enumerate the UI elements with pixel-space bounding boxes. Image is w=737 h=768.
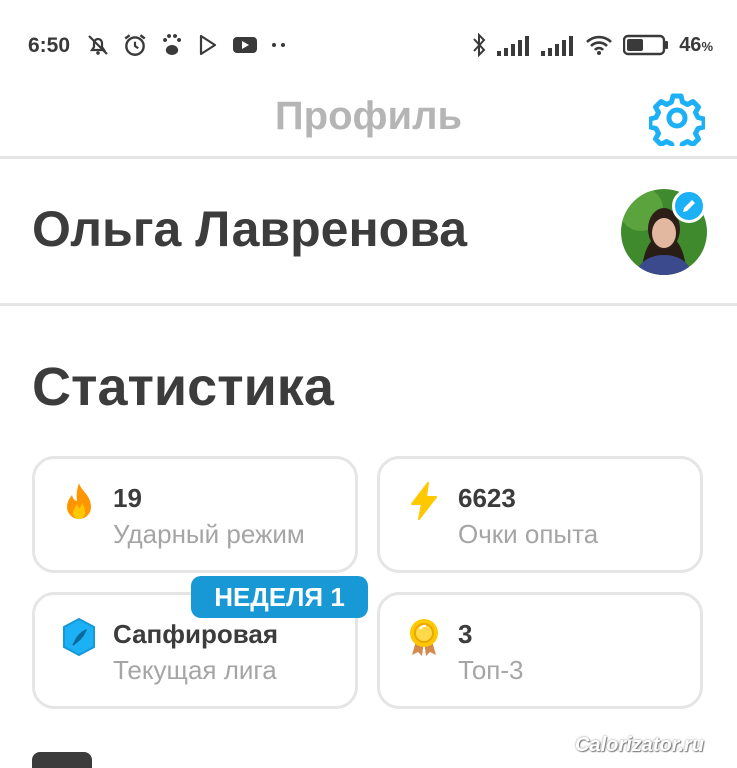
week-badge: НЕДЕЛЯ 1	[191, 576, 368, 618]
watermark: Calorizator.ru	[575, 734, 704, 756]
settings-button[interactable]	[647, 90, 707, 153]
signal-icon	[541, 36, 574, 56]
battery-percent-unit: %	[701, 38, 713, 54]
status-bar: 6:50 46%	[0, 0, 737, 90]
more-dots-icon	[272, 43, 285, 47]
lightning-icon	[411, 482, 437, 520]
wifi-icon	[586, 35, 613, 55]
stat-card-xp: 6623 Очки опыта	[377, 456, 703, 573]
stats-title: Статистика	[32, 357, 334, 417]
paw-icon	[163, 34, 182, 55]
flame-icon	[67, 483, 91, 519]
pencil-icon	[683, 200, 695, 212]
stat-label: Текущая лига	[113, 655, 277, 685]
stat-value: 6623	[458, 483, 516, 513]
stat-label: Ударный режим	[113, 519, 305, 549]
stat-card-streak: 19 Ударный режим	[32, 456, 358, 573]
gear-icon	[647, 93, 707, 153]
bluetooth-icon	[473, 32, 486, 58]
profile-name: Ольга Лавренова	[32, 201, 468, 257]
status-time: 6:50	[28, 34, 71, 57]
alarm-icon	[124, 34, 146, 56]
stat-label: Очки опыта	[458, 519, 599, 549]
play-store-icon	[199, 34, 217, 56]
battery-percent-value: 46	[679, 33, 702, 56]
header-divider	[0, 156, 737, 159]
next-section-title-partial	[32, 752, 92, 768]
battery-percent: 46%	[679, 34, 713, 57]
battery-icon	[623, 34, 669, 56]
muted-bell-icon	[88, 35, 108, 55]
edit-avatar-button[interactable]	[672, 189, 706, 223]
notification-icons	[86, 32, 288, 58]
signal-icon	[497, 36, 530, 56]
youtube-icon	[233, 37, 257, 53]
header: Профиль	[0, 90, 737, 156]
stat-value: 19	[113, 483, 142, 513]
stat-label: Топ-3	[458, 655, 524, 685]
profile-divider	[0, 303, 737, 306]
stat-card-top: 3 Топ-3	[377, 592, 703, 709]
system-icons: 46%	[471, 32, 713, 58]
sapphire-league-icon	[63, 617, 95, 657]
medal-icon	[410, 619, 438, 656]
page-title: Профиль	[274, 94, 463, 138]
stat-value: Сапфировая	[113, 619, 279, 649]
stat-value: 3	[458, 619, 473, 649]
